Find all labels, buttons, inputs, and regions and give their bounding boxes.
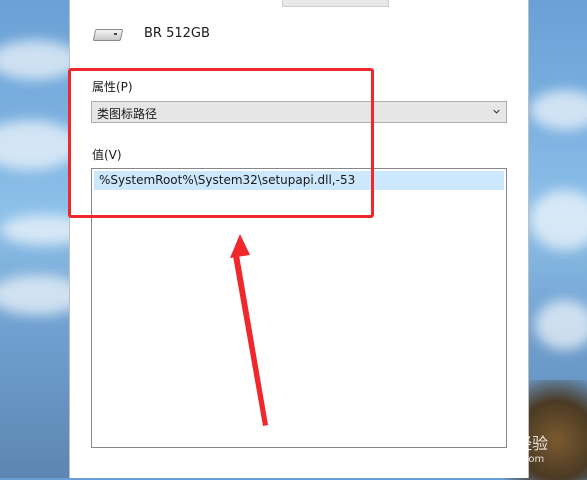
- wallpaper-cloud: [530, 190, 587, 250]
- dialog-tab-edge: [282, 0, 389, 7]
- watermark: Bai 经验 jingyan.baidu.com: [452, 424, 582, 468]
- device-header: BR 512GB: [92, 18, 210, 48]
- drive-icon: [92, 22, 124, 44]
- wallpaper-cloud: [530, 90, 587, 130]
- annotation-highlight-box: [68, 68, 374, 218]
- device-name: BR 512GB: [144, 25, 210, 41]
- wallpaper-cloud: [535, 300, 587, 350]
- chevron-down-icon: [493, 109, 500, 114]
- watermark-sub: 经验: [516, 434, 549, 453]
- watermark-main: Bai: [452, 426, 491, 450]
- watermark-url: jingyan.baidu.com: [452, 454, 545, 465]
